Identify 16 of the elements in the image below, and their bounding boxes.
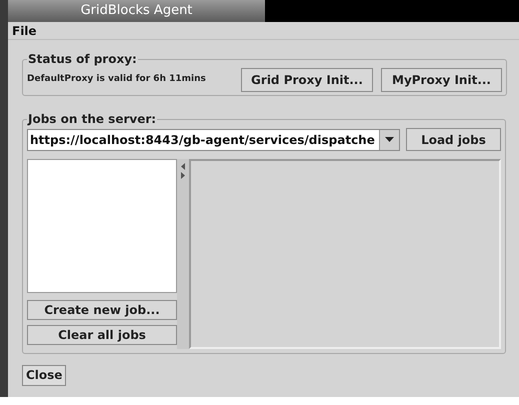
window-title: GridBlocks Agent [80, 2, 192, 20]
menu-item[interactable]: File [10, 22, 39, 40]
load-jobs-button[interactable]: Load jobs [406, 128, 501, 151]
clear-jobs-button[interactable]: Clear all jobs [27, 325, 177, 345]
proxy-init-button[interactable]: Grid Proxy Init... [241, 68, 373, 92]
create-job-button[interactable]: Create new job... [27, 300, 177, 320]
dropdown-caret-icon [385, 137, 394, 142]
group-title: Jobs on the server: [27, 111, 158, 128]
close-button[interactable]: Close [22, 364, 66, 386]
proxy-init-button[interactable]: MyProxy Init... [381, 68, 502, 92]
group-title: Status of proxy: [27, 51, 138, 68]
job-list[interactable] [27, 159, 177, 293]
collapse-left-icon[interactable] [181, 163, 185, 170]
server-url-combo[interactable]: https://localhost:8443/gb-agent/services/dispatche [27, 128, 400, 150]
proxy-status-text: DefaultProxy is valid for 6h 11mins [27, 73, 207, 86]
expand-right-icon[interactable] [181, 172, 185, 179]
